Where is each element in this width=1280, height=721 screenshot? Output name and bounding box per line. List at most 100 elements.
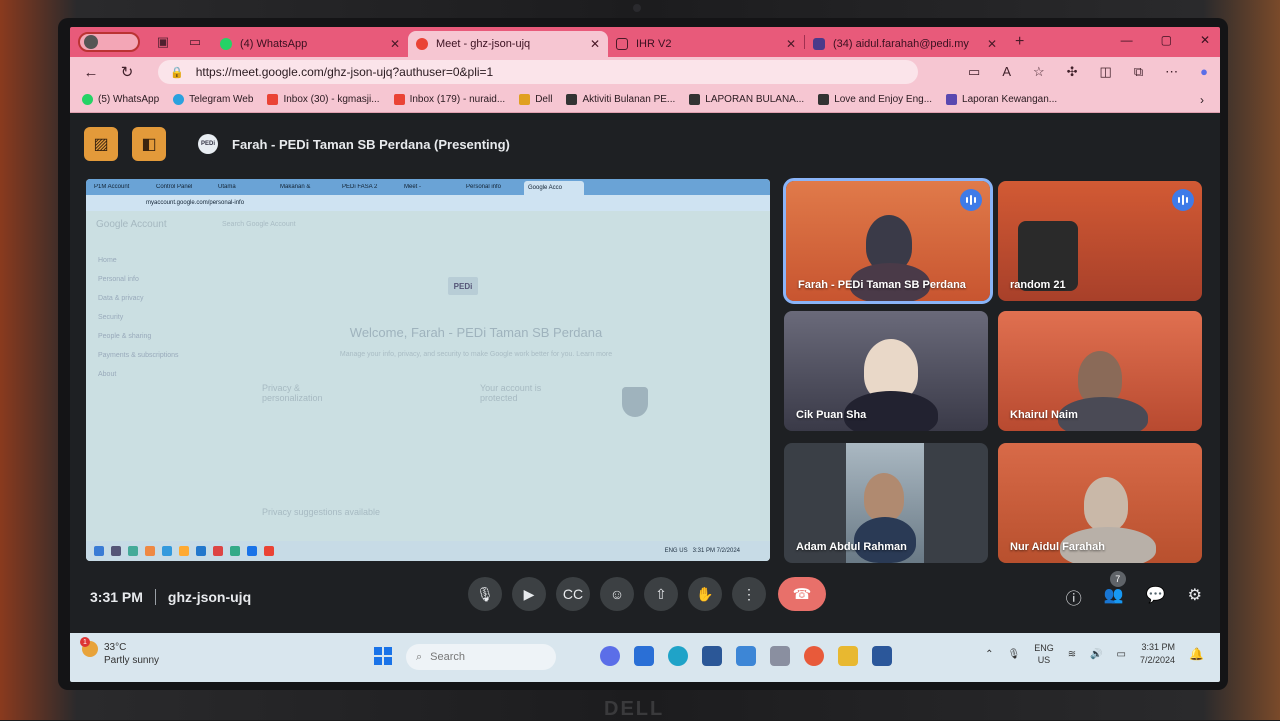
- present-layout-icon[interactable]: ◧: [132, 127, 166, 161]
- tab-mail[interactable]: (34) aidul.farahah@pedi.my ✕: [805, 31, 1005, 57]
- maximize-icon[interactable]: ▢: [1161, 33, 1172, 47]
- shared-nav-item: Payments & subscriptions: [98, 352, 179, 359]
- info-icon[interactable]: ⓘ: [1066, 585, 1082, 609]
- participant-tile[interactable]: Farah - PEDi Taman SB Perdana: [783, 178, 993, 304]
- favorite-star-icon[interactable]: ☆: [1033, 64, 1045, 80]
- speaking-indicator-icon: [1172, 189, 1194, 211]
- copilot-icon[interactable]: ●: [1200, 64, 1208, 80]
- emoji-icon[interactable]: ☺: [600, 577, 634, 611]
- language-indicator[interactable]: ENG US: [1034, 642, 1054, 666]
- weather-widget[interactable]: 1 33°C Partly sunny: [80, 637, 160, 667]
- chevron-up-icon[interactable]: ⌃: [985, 649, 993, 660]
- presenter-avatar: PEDi: [198, 134, 218, 154]
- shared-nav-item: About: [98, 371, 117, 378]
- bookmark-whatsapp[interactable]: (5) WhatsApp: [82, 94, 159, 105]
- taskbar-search[interactable]: ⌕ Search: [406, 644, 556, 670]
- bookmark-label: Dell: [535, 94, 553, 105]
- raise-hand-icon[interactable]: ✋: [688, 577, 722, 611]
- participant-video: [854, 517, 916, 563]
- collections-icon[interactable]: ⧉: [1134, 64, 1143, 80]
- bookmark-gmail-2[interactable]: Inbox (179) - nuraid...: [393, 94, 506, 105]
- notification-bell-icon[interactable]: 🔔: [1189, 647, 1204, 661]
- participant-tile[interactable]: random 21: [998, 181, 1202, 301]
- tab-ihr[interactable]: IHR V2 ✕: [608, 31, 804, 57]
- reload-icon[interactable]: ↻: [112, 63, 142, 81]
- captions-icon[interactable]: CC: [556, 577, 590, 611]
- bookmark-telegram[interactable]: Telegram Web: [173, 94, 253, 105]
- edge-icon[interactable]: [668, 646, 688, 666]
- extensions-icon[interactable]: ✣: [1067, 64, 1078, 80]
- more-options-icon[interactable]: ⋮: [732, 577, 766, 611]
- wifi-icon[interactable]: ≋: [1068, 649, 1076, 660]
- window-controls: — ▢ ✕: [1121, 33, 1210, 47]
- search-icon: ⌕: [416, 650, 423, 663]
- file-explorer-icon[interactable]: [838, 646, 858, 666]
- tab-actions-icon[interactable]: ▭: [186, 33, 204, 51]
- participant-tile[interactable]: Cik Puan Sha: [784, 311, 988, 431]
- present-icon[interactable]: ⇧: [644, 577, 678, 611]
- close-window-icon[interactable]: ✕: [1200, 33, 1210, 47]
- search-icon: [111, 546, 121, 556]
- end-call-icon[interactable]: ☎: [778, 577, 826, 611]
- split-screen-icon[interactable]: ◫: [1100, 64, 1112, 80]
- volume-icon[interactable]: 🔊: [1090, 649, 1102, 660]
- camera-indicator-icon[interactable]: ▭: [968, 64, 980, 80]
- meeting-details: 3:31 PM ghz-json-ujq: [90, 589, 251, 605]
- microphone-icon[interactable]: 🎙: [468, 577, 502, 611]
- more-menu-icon[interactable]: ⋯: [1165, 64, 1178, 80]
- close-icon[interactable]: ✕: [590, 37, 600, 51]
- participant-tile[interactable]: Adam Abdul Rahman: [784, 443, 988, 563]
- app-icon[interactable]: [634, 646, 654, 666]
- people-icon[interactable]: 👥 7: [1104, 571, 1126, 609]
- chat-icon[interactable]: 💬: [1146, 585, 1166, 609]
- meet-icon: [416, 38, 428, 50]
- app-icon: [162, 546, 172, 556]
- microphone-icon[interactable]: 🎙: [1007, 649, 1020, 660]
- shared-welcome: Welcome, Farah - PEDi Taman SB Perdana: [349, 325, 603, 340]
- workspaces-icon[interactable]: ▣: [154, 33, 172, 51]
- bookmark-gmail-1[interactable]: Inbox (30) - kgmasji...: [267, 94, 380, 105]
- mail-icon[interactable]: [702, 646, 722, 666]
- close-icon[interactable]: ✕: [390, 37, 400, 51]
- close-icon[interactable]: ✕: [987, 37, 997, 51]
- activities-icon[interactable]: ⚙: [1188, 585, 1202, 609]
- bookmark-laporan[interactable]: LAPORAN BULANA...: [689, 94, 804, 105]
- tab-meet[interactable]: Meet - ghz-json-ujq ✕: [408, 31, 608, 57]
- weather-condition: Partly sunny: [104, 655, 160, 666]
- gmail-icon: [267, 94, 279, 105]
- store-icon[interactable]: [736, 646, 756, 666]
- tab-whatsapp[interactable]: (4) WhatsApp ✕: [212, 31, 408, 57]
- chevron-right-icon[interactable]: ›: [1200, 93, 1204, 107]
- word-icon[interactable]: [872, 646, 892, 666]
- camera-icon[interactable]: ▶: [512, 577, 546, 611]
- bookmark-dell[interactable]: Dell: [519, 94, 552, 105]
- participant-tile[interactable]: Nur Aidul Farahah: [998, 443, 1202, 563]
- address-bar[interactable]: 🔒 https://meet.google.com/ghz-json-ujq?a…: [158, 60, 918, 84]
- bookmark-kewangan[interactable]: Laporan Kewangan...: [946, 94, 1057, 105]
- document-icon: [616, 38, 628, 50]
- app-icon[interactable]: [770, 646, 790, 666]
- weather-alert-badge: 1: [80, 637, 90, 647]
- new-tab-icon[interactable]: +: [1015, 33, 1024, 51]
- minimize-icon[interactable]: —: [1121, 33, 1133, 47]
- close-icon[interactable]: ✕: [786, 37, 796, 51]
- divider: [154, 589, 156, 605]
- shared-time: 3:31 PM 7/2/2024: [692, 548, 740, 554]
- app-icon[interactable]: [804, 646, 824, 666]
- bookmark-love[interactable]: Love and Enjoy Eng...: [818, 94, 932, 105]
- read-aloud-icon[interactable]: A: [1002, 64, 1011, 80]
- cross-icon: [566, 94, 578, 105]
- start-icon[interactable]: [374, 647, 392, 665]
- battery-icon[interactable]: ▭: [1117, 649, 1126, 660]
- bookmark-aktiviti[interactable]: Aktiviti Bulanan PE...: [566, 94, 675, 105]
- shared-logo: PEDi: [448, 277, 478, 295]
- shared-card-title: Privacy & personalization: [262, 383, 323, 403]
- participant-tile[interactable]: Khairul Naim: [998, 311, 1202, 431]
- call-controls: 🎙 ▶ CC ☺ ⇧ ✋ ⋮ ☎: [468, 577, 826, 611]
- back-icon[interactable]: ←: [76, 64, 106, 81]
- bookmark-label: Inbox (179) - nuraid...: [409, 94, 506, 105]
- profile-button[interactable]: [78, 32, 140, 52]
- meet-app-icon[interactable]: [600, 646, 620, 666]
- stop-presenting-icon[interactable]: ▨: [84, 127, 118, 161]
- taskbar-clock[interactable]: 3:31 PM 7/2/2024: [1140, 641, 1175, 667]
